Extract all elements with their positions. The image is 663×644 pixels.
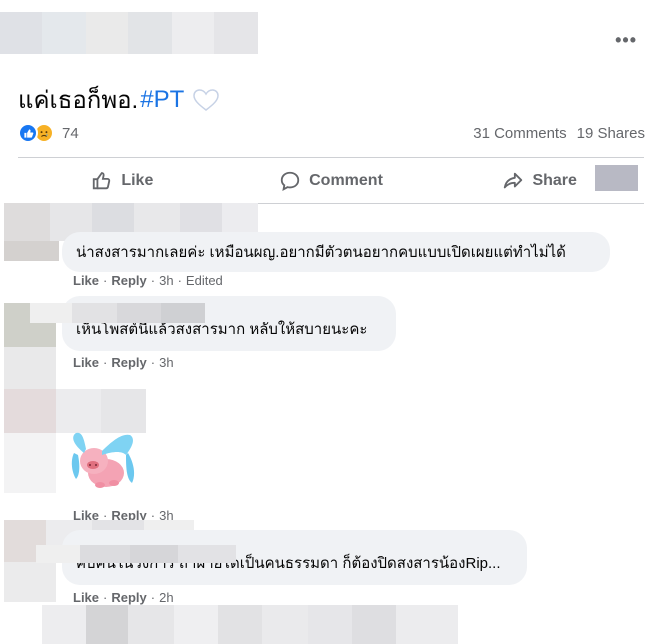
comment-meta: Like · Reply · 3h · Edited — [73, 273, 223, 288]
like-reaction-icon — [18, 123, 38, 143]
comment-reply-link[interactable]: Reply — [111, 590, 146, 605]
like-label: Like — [121, 171, 154, 189]
comment-author-blurred — [36, 545, 236, 563]
comment-edited: Edited — [185, 273, 223, 288]
post-author-blurred — [0, 12, 258, 54]
comment-author-blurred — [30, 303, 205, 323]
comment-button[interactable]: Comment — [227, 170, 436, 192]
white-heart-icon — [193, 88, 220, 111]
comments-count-link[interactable]: 31 Comments — [473, 125, 566, 142]
comment-reply-link[interactable]: Reply — [111, 355, 146, 370]
post-action-bar: Like Comment Share — [18, 158, 644, 203]
comment-like-link[interactable]: Like — [73, 273, 99, 288]
comment-time[interactable]: 3h — [159, 273, 173, 288]
like-button[interactable]: Like — [18, 170, 227, 192]
crying-pig-sticker[interactable] — [66, 425, 144, 493]
comment-author-blurred — [42, 605, 458, 644]
reaction-count: 74 — [62, 124, 79, 142]
comment-avatar[interactable] — [4, 241, 59, 261]
post-hashtag[interactable]: #PT — [140, 86, 184, 114]
comment-label: Comment — [309, 171, 383, 189]
comment-reply-link[interactable]: Reply — [111, 273, 146, 288]
shares-count-link[interactable]: 19 Shares — [577, 125, 645, 142]
comment-time[interactable]: 2h — [159, 590, 173, 605]
comment-meta: Like · Reply · 2h — [73, 590, 174, 605]
comment-icon — [280, 171, 300, 191]
post-card: ••• แค่เธอก็พอ. #PT 74 31 Comments 19 Sh… — [0, 0, 663, 644]
viewer-avatar-blurred[interactable] — [595, 165, 638, 191]
post-body: แค่เธอก็พอ. — [18, 87, 139, 114]
comment-avatar[interactable] — [4, 433, 56, 493]
comment-like-link[interactable]: Like — [73, 355, 99, 370]
reaction-summary[interactable]: 74 — [18, 123, 79, 143]
post-text: แค่เธอก็พอ. #PT — [18, 80, 220, 119]
comment-text: น่าสงสารมากเลยค่ะ เหมือนผญ.อยากมีตัวตนอย… — [76, 244, 566, 261]
share-label: Share — [532, 171, 577, 189]
share-icon — [504, 172, 523, 188]
thumbs-up-icon — [93, 171, 111, 189]
comment-like-link[interactable]: Like — [73, 590, 99, 605]
comment-bubble: น่าสงสารมากเลยค่ะ เหมือนผญ.อยากมีตัวตนอย… — [62, 232, 610, 272]
comment-avatar[interactable] — [4, 562, 56, 602]
post-stats: 31 Comments 19 Shares — [473, 125, 645, 142]
comment-meta: Like · Reply · 3h — [73, 355, 174, 370]
more-options-button[interactable]: ••• — [615, 30, 637, 51]
comment-avatar-blurred — [4, 347, 56, 389]
comment-time[interactable]: 3h — [159, 355, 173, 370]
